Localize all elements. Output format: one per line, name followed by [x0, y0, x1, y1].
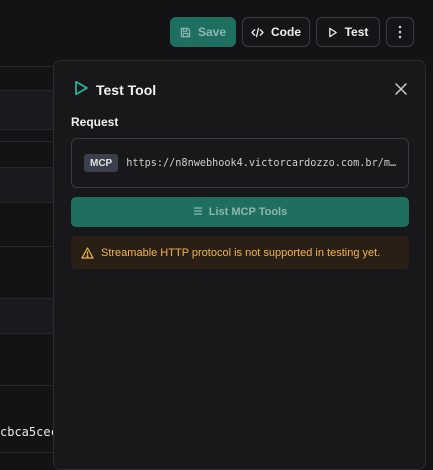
- test-label: Test: [344, 25, 369, 39]
- more-options-button[interactable]: [386, 17, 414, 47]
- request-url: https://n8nwebhook4.victorcardozzo.com.b…: [126, 157, 401, 169]
- mcp-badge: MCP: [84, 154, 119, 172]
- table-row: [0, 298, 56, 334]
- table-divider: [0, 141, 56, 142]
- test-tool-panel: Test Tool Request MCP https://n8nwebhook…: [53, 60, 426, 470]
- warning-alert: Streamable HTTP protocol is not supporte…: [71, 236, 409, 269]
- warning-message: Streamable HTTP protocol is not supporte…: [101, 246, 381, 259]
- code-button[interactable]: Code: [242, 17, 310, 47]
- panel-header: Test Tool: [74, 80, 157, 101]
- table-row: [0, 90, 56, 130]
- save-label: Save: [197, 25, 227, 39]
- code-label: Code: [271, 25, 301, 39]
- table-divider: [0, 452, 56, 453]
- list-mcp-tools-button[interactable]: List MCP Tools: [71, 197, 409, 227]
- close-icon: [393, 83, 409, 101]
- list-mcp-tools-label: List MCP Tools: [208, 206, 288, 218]
- play-icon: [74, 80, 89, 101]
- table-divider: [0, 385, 56, 386]
- save-button[interactable]: Save: [170, 17, 236, 47]
- table-cell-id: cbca5cece: [0, 425, 56, 439]
- test-button[interactable]: Test: [316, 17, 380, 47]
- code-icon: [251, 27, 264, 38]
- warning-icon: [81, 246, 94, 259]
- play-icon: [328, 27, 338, 38]
- table-divider: [0, 246, 56, 247]
- close-button[interactable]: [393, 81, 409, 97]
- table-divider: [0, 66, 56, 67]
- list-icon: [193, 206, 203, 219]
- request-url-field[interactable]: MCP https://n8nwebhook4.victorcardozzo.c…: [71, 138, 409, 188]
- background-table: [0, 66, 56, 456]
- table-row: [0, 167, 56, 203]
- panel-title: Test Tool: [96, 82, 157, 98]
- save-icon: [180, 27, 191, 38]
- vertical-ellipsis-icon: [398, 25, 402, 39]
- request-section-label: Request: [71, 115, 119, 129]
